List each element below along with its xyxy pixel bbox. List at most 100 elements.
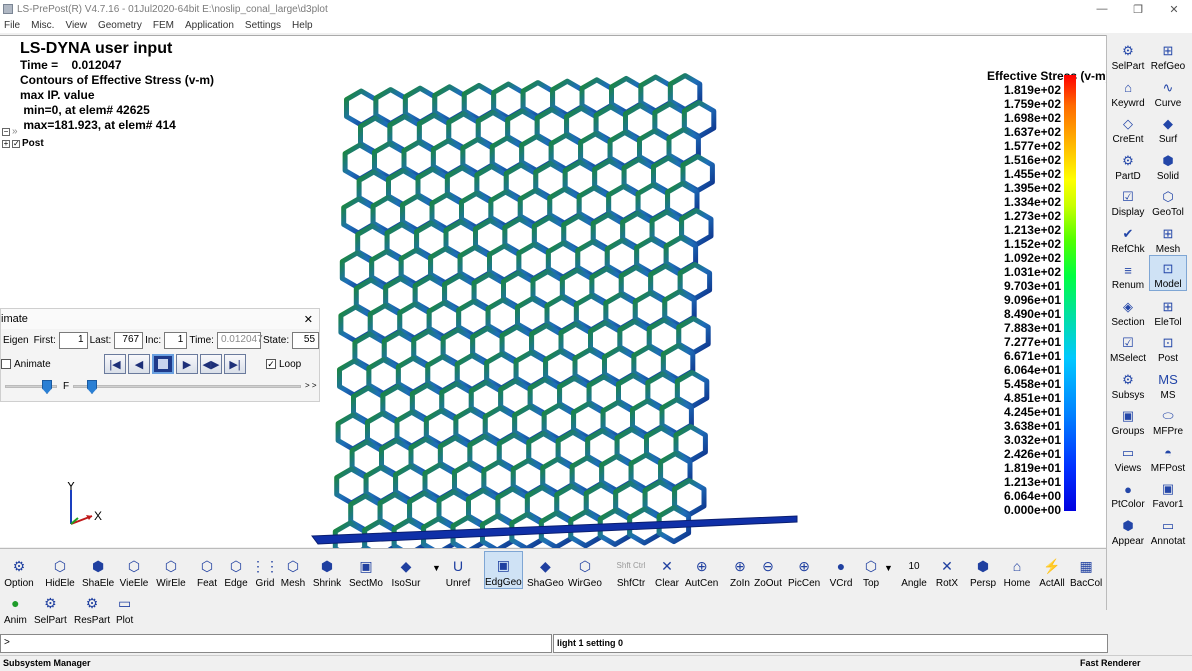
toolbar-button-annotat[interactable]: ▭ Annotat — [1149, 511, 1187, 547]
toolbar-button-views[interactable]: ▭ Views — [1109, 438, 1147, 474]
frame-slider-track[interactable] — [73, 385, 301, 388]
menu-help[interactable]: Help — [292, 20, 313, 31]
toolbar-button-shrink[interactable]: ⬢ Shrink — [312, 551, 342, 590]
toolbar-button-vieele[interactable]: ⬡ VieEle — [119, 551, 149, 590]
toolbar-button-mesh[interactable]: ⬡ Mesh — [278, 551, 308, 590]
toolbar-button-autcen[interactable]: ⊕ AutCen — [685, 551, 718, 590]
toolbar-button-keywrd[interactable]: ⌂ Keywrd — [1109, 73, 1147, 109]
play-button[interactable]: ▶ — [176, 354, 198, 374]
toolbar-button-mselect[interactable]: ☑ MSelect — [1109, 328, 1147, 364]
toolbar-button-subsys[interactable]: ⚙ Subsys — [1109, 365, 1147, 401]
toolbar-button-refgeo[interactable]: ⊞ RefGeo — [1149, 36, 1187, 72]
toolbar-button-solid[interactable]: ⬢ Solid — [1149, 146, 1187, 182]
toolbar-button-grid[interactable]: ⋮⋮ Grid — [250, 551, 280, 590]
toolbar-button-zoout[interactable]: ⊖ ZoOut — [753, 551, 783, 590]
toolbar-button-piccen[interactable]: ⊕ PicCen — [788, 551, 820, 590]
model-icon: ⊡ — [1162, 261, 1174, 276]
toolbar-button-mfpost[interactable]: ◓ MFPost — [1149, 438, 1187, 474]
more-options-icon[interactable]: > > — [305, 381, 317, 390]
toolbar-button-creent[interactable]: ◇ CreEnt — [1109, 109, 1147, 145]
toolbar-button-favor1[interactable]: ▣ Favor1 — [1149, 474, 1187, 510]
toolbar-button-option[interactable]: ⚙ Option — [4, 551, 34, 590]
speed-slider-thumb[interactable] — [42, 380, 52, 394]
toolbar-button-actall[interactable]: ⚡ ActAll — [1037, 551, 1067, 590]
toolbar-button-wirele[interactable]: ⬡ WirEle — [156, 551, 186, 590]
first-frame-button[interactable]: |◀ — [104, 354, 126, 374]
toolbar-button-display[interactable]: ☑ Display — [1109, 182, 1147, 218]
toolbar-button-shaele[interactable]: ⬢ ShaEle — [82, 551, 114, 590]
last-frame-button[interactable]: ▶| — [224, 354, 246, 374]
menu-fem[interactable]: FEM — [153, 20, 174, 31]
toolbar-button-clear[interactable]: ✕ Clear — [652, 551, 682, 590]
toolbar-button-geotol[interactable]: ⬡ GeoTol — [1149, 182, 1187, 218]
isosur-dropdown-icon[interactable]: ▼ — [432, 563, 441, 573]
last-field[interactable]: 767 — [114, 331, 144, 349]
minimize-button[interactable]: — — [1084, 0, 1120, 18]
toolbar-button-zoin[interactable]: ⊕ ZoIn — [725, 551, 755, 590]
toolbar-button-model[interactable]: ⊡ Model — [1149, 255, 1187, 291]
toolbar-button-selpart[interactable]: ⚙ SelPart — [1109, 36, 1147, 72]
menu-geometry[interactable]: Geometry — [98, 20, 142, 31]
step-back-button[interactable]: ◀ — [128, 354, 150, 374]
toolbar-button-baccol[interactable]: ▦ BacCol — [1070, 551, 1102, 590]
toolbar-button-surf[interactable]: ◆ Surf — [1149, 109, 1187, 145]
toolbar-button-home[interactable]: ⌂ Home — [1002, 551, 1032, 589]
toolbar-button-ms[interactable]: MS MS — [1149, 365, 1187, 401]
inc-field[interactable]: 1 — [164, 331, 188, 349]
toolbar-button-angle[interactable]: 10 Angle — [899, 551, 929, 590]
menu-misc[interactable]: Misc. — [31, 20, 54, 31]
graphics-viewport[interactable]: LS-DYNA user input Time = 0.012047 Conto… — [0, 35, 1110, 548]
toolbar-button-refchk[interactable]: ✔ RefChk — [1109, 219, 1147, 255]
toolbar-button-persp[interactable]: ⬢ Persp — [968, 551, 998, 590]
animate-checkbox[interactable] — [1, 359, 11, 369]
toolbar-button-curve[interactable]: ∿ Curve — [1149, 73, 1187, 109]
toolbar-button-unref[interactable]: U Unref — [443, 551, 473, 589]
bounce-button[interactable]: ◀▶ — [200, 354, 222, 374]
toolbar-button-shageo[interactable]: ◆ ShaGeo — [527, 551, 564, 590]
toolbar-button-hidele[interactable]: ⬡ HidEle — [45, 551, 75, 590]
close-button[interactable]: ✕ — [1156, 0, 1192, 18]
first-field[interactable]: 1 — [58, 331, 88, 349]
toolbar-button-anim[interactable]: ● Anim — [4, 592, 27, 626]
toolbar-button-ptcolor[interactable]: ● PtColor — [1109, 474, 1147, 511]
toolbar-button-mfpre[interactable]: ⬭ MFPre — [1149, 401, 1187, 437]
toolbar-button-respart[interactable]: ⚙ ResPart — [74, 592, 110, 627]
menu-file[interactable]: File — [4, 20, 20, 31]
toolbar-button-section[interactable]: ◈ Section — [1109, 292, 1147, 328]
toolbar-button-rotx[interactable]: ✕ RotX — [932, 551, 962, 590]
stop-button[interactable] — [152, 354, 174, 374]
state-field[interactable]: 55 — [292, 331, 320, 349]
top-view-dropdown-icon[interactable]: ▼ — [884, 563, 893, 573]
toolbar-button-eletol[interactable]: ⊞ EleTol — [1149, 292, 1187, 328]
toolbar-button-sectmo[interactable]: ▣ SectMo — [349, 551, 383, 590]
toolbar-button-plot[interactable]: ▭ Plot — [116, 592, 133, 627]
toolbar-button-top[interactable]: ⬡ Top — [856, 551, 886, 590]
toolbar-button-isosur[interactable]: ◆ IsoSur — [391, 551, 421, 590]
menu-view[interactable]: View — [65, 20, 87, 31]
legend-label: 1.698e+02 — [1003, 111, 1061, 125]
renum-icon: ≡ — [1124, 262, 1132, 278]
toolbar-button-appear[interactable]: ⬢ Appear — [1109, 511, 1147, 547]
toolbar-button-groups[interactable]: ▣ Groups — [1109, 401, 1147, 437]
toolbar-button-selpart[interactable]: ⚙ SelPart — [34, 592, 67, 627]
toolbar-button-mesh[interactable]: ⊞ Mesh — [1149, 219, 1187, 255]
toolbar-button-feat[interactable]: ⬡ Feat — [192, 551, 222, 590]
menu-settings[interactable]: Settings — [245, 20, 281, 31]
toolbar-button-shfctr[interactable]: Shft Ctrl ShfCtr — [616, 551, 646, 590]
toolbar-button-renum[interactable]: ≡ Renum — [1109, 255, 1147, 292]
animate-panel-close-icon[interactable]: ✕ — [304, 313, 313, 326]
toolbar-button-post[interactable]: ⊡ Post — [1149, 328, 1187, 364]
toolbar-button-partd[interactable]: ⚙ PartD — [1109, 146, 1147, 182]
maximize-button[interactable]: ❐ — [1120, 0, 1156, 18]
eigen-label[interactable]: Eigen — [3, 335, 29, 346]
toolbar-button-edggeo[interactable]: ▣ EdgGeo — [484, 551, 523, 589]
command-input[interactable]: > — [0, 634, 552, 653]
honeycomb-mesh[interactable] — [0, 36, 1106, 548]
toolbar-button-edge[interactable]: ⬡ Edge — [221, 551, 251, 590]
menu-application[interactable]: Application — [185, 20, 234, 31]
toolbar-button-vcrd[interactable]: ● VCrd — [826, 551, 856, 589]
time-field[interactable]: 0.012047 — [216, 331, 263, 349]
loop-checkbox[interactable]: ✓ — [266, 359, 276, 369]
toolbar-button-wirgeo[interactable]: ⬡ WirGeo — [568, 551, 602, 590]
frame-slider-thumb[interactable] — [87, 380, 97, 394]
